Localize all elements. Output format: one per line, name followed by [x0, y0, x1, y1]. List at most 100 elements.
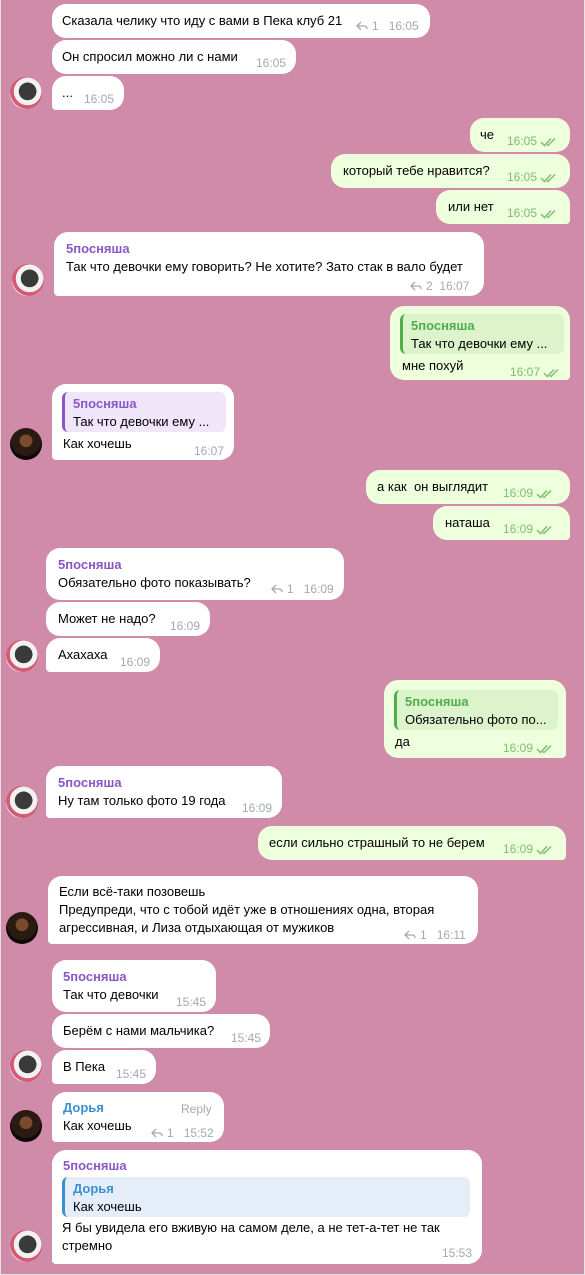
reply-count: 1: [372, 19, 379, 33]
message-text: мне похуй: [402, 358, 464, 373]
message-bubble[interactable]: Может не надо? 16:09: [46, 602, 210, 636]
message-time: 16:07: [194, 444, 225, 458]
avatar[interactable]: [10, 1110, 42, 1142]
message-bubble[interactable]: Он спросил можно ли с нами 16:05: [52, 40, 296, 74]
message-meta: 16:09: [503, 840, 556, 858]
reply-button[interactable]: Reply: [181, 1100, 212, 1118]
message-bubble-outgoing[interactable]: 5посняша Обязательно фото по... да 16:09: [384, 680, 566, 758]
quote-sender: Дорья: [73, 1181, 114, 1196]
message-bubble[interactable]: 5посняша Так что девочки ему говорить? Н…: [54, 232, 484, 296]
avatar[interactable]: [10, 77, 42, 109]
sender-name[interactable]: 5посняша: [63, 968, 127, 986]
message-meta[interactable]: 1 16:09: [271, 580, 334, 598]
message-bubble[interactable]: 5посняша Так что девочки ему ... Как хоч…: [52, 384, 234, 460]
sender-name[interactable]: 5посняша: [58, 774, 122, 792]
reply-count-icon: [410, 281, 422, 291]
double-check-icon: [540, 173, 560, 183]
message-time: 16:05: [507, 170, 538, 184]
sender-name[interactable]: 5посняша: [63, 1157, 127, 1175]
message-time: 16:05: [507, 134, 538, 148]
avatar[interactable]: [12, 264, 44, 296]
reply-count-icon: [271, 584, 283, 594]
message-text-line: Если всё-таки позовешь: [59, 884, 206, 899]
message-bubble[interactable]: ... 16:05: [52, 76, 124, 110]
sender-name[interactable]: 5посняша: [58, 556, 122, 574]
message-meta: 16:05: [507, 168, 560, 186]
message-text: Сказала челику что иду с вами в Пека клу…: [62, 13, 343, 28]
message-text: Может не надо?: [58, 611, 156, 626]
avatar[interactable]: [6, 912, 38, 944]
double-check-icon: [540, 137, 560, 147]
sender-name[interactable]: Дорья: [63, 1099, 104, 1117]
message-bubble[interactable]: 5посняша Обязательно фото показывать? 1 …: [46, 548, 344, 600]
message-meta[interactable]: 2 16:07: [410, 277, 469, 295]
message-time: 16:09: [503, 522, 534, 536]
message-bubble[interactable]: Берём с нами мальчика? 15:45: [52, 1014, 270, 1048]
message-text: да: [395, 734, 410, 749]
message-text: который тебе нравится?: [343, 163, 490, 178]
message-text: а как он выглядит: [377, 479, 489, 494]
message-bubble-outgoing[interactable]: который тебе нравится? 16:05: [331, 154, 570, 188]
sender-name[interactable]: 5посняша: [66, 240, 130, 258]
message-text: Он спросил можно ли с нами: [62, 49, 238, 64]
message-time: 15:45: [116, 1067, 147, 1081]
message-time: 15:53: [442, 1246, 473, 1260]
quote-text: Так что девочки ему ...: [73, 414, 210, 429]
quote-sender: 5посняша: [405, 694, 469, 709]
message-meta: 16:09: [503, 520, 556, 538]
message-bubble[interactable]: 5посняша Ну там только фото 19 года 16:0…: [46, 766, 282, 818]
message-bubble-outgoing[interactable]: если сильно страшный то не берем 16:09: [258, 826, 566, 860]
quote-text: Так что девочки ему ...: [411, 336, 548, 351]
message-time: 16:09: [503, 741, 534, 755]
double-check-icon: [543, 368, 563, 378]
message-text: Как хочешь: [63, 1118, 132, 1133]
avatar[interactable]: [6, 786, 38, 818]
message-meta[interactable]: 1 16:05: [356, 17, 419, 35]
message-meta[interactable]: 1 15:52: [151, 1124, 214, 1142]
avatar[interactable]: [10, 1230, 42, 1262]
message-bubble[interactable]: В Пека 15:45: [52, 1050, 156, 1084]
message-meta: 16:09: [503, 739, 556, 757]
avatar[interactable]: [10, 428, 42, 460]
message-time: 16:05: [256, 56, 287, 70]
message-bubble[interactable]: Если всё-таки позовешь Предупреди, что с…: [48, 876, 478, 944]
message-time: 16:05: [84, 92, 115, 106]
message-time: 16:11: [436, 928, 466, 942]
message-bubble[interactable]: Ахахаха 16:09: [46, 638, 160, 672]
reply-count-icon: [151, 1128, 163, 1138]
message-time: 16:09: [242, 801, 273, 815]
message-bubble-outgoing[interactable]: 5посняша Так что девочки ему ... мне пох…: [390, 306, 570, 380]
message-bubble[interactable]: 5посняша Так что девочки 15:45: [52, 960, 216, 1012]
message-bubble-outgoing[interactable]: че 16:05: [470, 118, 570, 152]
message-meta[interactable]: 1 16:11: [404, 926, 466, 944]
message-time: 16:09: [503, 842, 534, 856]
quoted-message[interactable]: 5посняша Так что девочки ему ...: [62, 392, 226, 432]
message-text: Ахахаха: [58, 647, 108, 662]
message-time: 16:07: [439, 279, 470, 293]
message-time: 15:45: [176, 995, 207, 1009]
message-time: 15:52: [183, 1126, 214, 1140]
reply-count: 2: [426, 279, 433, 293]
avatar[interactable]: [10, 1050, 42, 1082]
quoted-message[interactable]: 5посняша Так что девочки ему ...: [400, 314, 564, 354]
double-check-icon: [536, 489, 556, 499]
message-bubble[interactable]: 5посняша Дорья Как хочешь Я бы увидела е…: [52, 1150, 482, 1264]
message-text: Берём с нами мальчика?: [63, 1023, 215, 1038]
message-bubble-outgoing[interactable]: наташа 16:09: [433, 506, 570, 540]
quoted-message[interactable]: 5посняша Обязательно фото по...: [394, 690, 558, 730]
message-text-line: агрессивная, и Лиза отдыхающая от мужико…: [59, 920, 335, 935]
message-bubble[interactable]: Сказала челику что иду с вами в Пека клу…: [52, 4, 430, 38]
quoted-message[interactable]: Дорья Как хочешь: [62, 1177, 470, 1217]
avatar[interactable]: [6, 640, 38, 672]
quote-text: Обязательно фото по...: [405, 712, 547, 727]
message-bubble[interactable]: Дорья Reply Как хочешь 1 15:52: [52, 1092, 224, 1142]
message-time: 16:09: [503, 486, 534, 500]
reply-count: 1: [420, 928, 427, 942]
message-bubble-outgoing[interactable]: или нет 16:05: [436, 190, 570, 224]
double-check-icon: [536, 744, 556, 754]
message-bubble-outgoing[interactable]: а как он выглядит 16:09: [366, 470, 570, 504]
message-time: 16:07: [510, 365, 541, 379]
message-text: если сильно страшный то не берем: [269, 835, 485, 850]
message-text-line: Предупреди, что с тобой идёт уже в отнош…: [59, 902, 435, 917]
message-time: 16:09: [303, 582, 334, 596]
